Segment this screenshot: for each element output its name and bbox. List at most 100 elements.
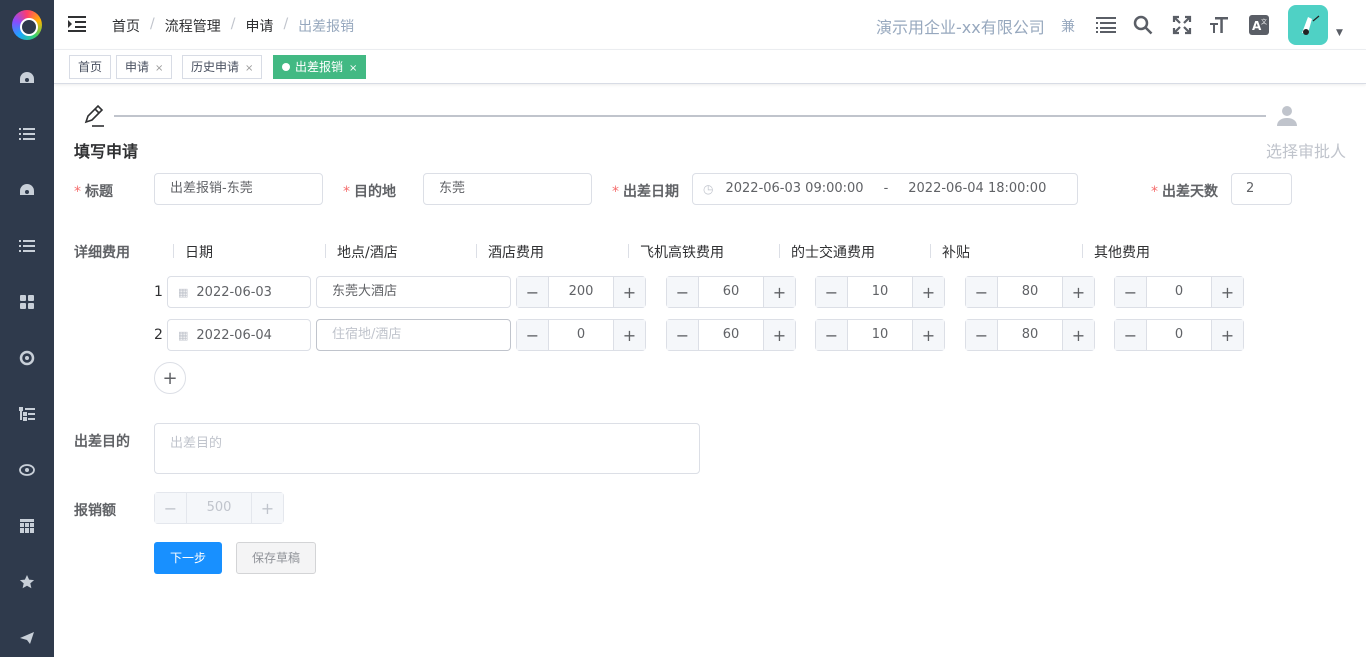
stepper-value[interactable]: 60 xyxy=(699,320,763,350)
row-date-picker[interactable]: ▦ 2022-06-04 xyxy=(167,319,311,351)
decrease-button[interactable]: − xyxy=(667,277,699,307)
increase-button[interactable]: + xyxy=(1211,277,1243,307)
breadcrumb-item-apply[interactable]: 申请 xyxy=(245,16,273,36)
trip-date-label: * 出差日期 xyxy=(612,184,679,200)
decrease-button[interactable]: − xyxy=(1115,320,1147,350)
breadcrumb-item-process[interactable]: 流程管理 xyxy=(165,16,221,36)
stepper-value[interactable]: 0 xyxy=(1147,320,1211,350)
tag-home[interactable]: 首页 xyxy=(69,55,112,79)
destination-label: * 目的地 xyxy=(343,184,396,200)
stepper-value[interactable]: 0 xyxy=(549,320,613,350)
steps-line xyxy=(114,115,1266,117)
decrease-button[interactable]: − xyxy=(517,320,549,350)
svg-text:文: 文 xyxy=(1261,18,1267,26)
row-place-input[interactable]: 东莞大酒店 xyxy=(316,276,511,308)
stepper-value[interactable]: 80 xyxy=(998,277,1062,307)
fullscreen-icon[interactable] xyxy=(1170,13,1194,37)
tree-icon[interactable] xyxy=(17,404,37,424)
increase-button[interactable]: + xyxy=(912,277,944,307)
list-icon[interactable] xyxy=(17,236,37,256)
purpose-textarea[interactable]: 出差目的 xyxy=(154,423,700,474)
tag-history[interactable]: 历史申请 × xyxy=(182,55,263,79)
decrease-button[interactable]: − xyxy=(966,320,998,350)
increase-button[interactable]: + xyxy=(1062,320,1094,350)
eye-icon[interactable] xyxy=(17,460,37,480)
increase-button[interactable]: + xyxy=(912,320,944,350)
next-step-button[interactable]: 下一步 xyxy=(154,542,222,574)
logo-icon xyxy=(12,10,42,40)
stepper-value[interactable]: 60 xyxy=(699,277,763,307)
decrease-button[interactable]: − xyxy=(517,277,549,307)
row-date-value: 2022-06-04 xyxy=(196,327,272,343)
taxi-fee-stepper[interactable]: −10 + xyxy=(815,276,945,308)
increase-button[interactable]: + xyxy=(763,277,795,307)
fold-icon[interactable] xyxy=(68,15,88,35)
close-icon[interactable]: × xyxy=(155,63,163,74)
stepper-value[interactable]: 0 xyxy=(1147,277,1211,307)
days-input[interactable]: 2 xyxy=(1231,173,1292,205)
decrease-button[interactable]: − xyxy=(966,277,998,307)
date-separator: - xyxy=(883,181,889,196)
decrease-button[interactable]: − xyxy=(816,320,848,350)
dashboard-icon[interactable] xyxy=(17,68,37,88)
destination-input[interactable]: 东莞 xyxy=(423,173,592,205)
user-icon xyxy=(1275,104,1299,128)
target-icon[interactable] xyxy=(17,348,37,368)
search-icon[interactable] xyxy=(1131,13,1155,37)
menu-icon[interactable] xyxy=(1094,13,1118,37)
grid-icon[interactable] xyxy=(17,292,37,312)
trip-date-range[interactable]: ◷ 2022-06-03 09:00:00 - 2022-06-04 18:00… xyxy=(692,173,1078,205)
col-hotel: 酒店费用 xyxy=(476,242,544,262)
text-size-icon[interactable] xyxy=(1207,13,1231,37)
company-name: 演示用企业-xx有限公司 xyxy=(876,18,1045,37)
decrease-button[interactable]: − xyxy=(1115,277,1147,307)
dashboard-icon[interactable] xyxy=(17,180,37,200)
table-icon[interactable] xyxy=(17,516,37,536)
top-navbar: 首页 / 流程管理 / 申请 / 出差报销 演示用企业-xx有限公司 兼 A文 ▼ xyxy=(54,0,1366,50)
increase-button[interactable]: + xyxy=(763,320,795,350)
star-icon[interactable] xyxy=(17,572,37,592)
stepper-value[interactable]: 80 xyxy=(998,320,1062,350)
title-label: * 标题 xyxy=(74,184,113,200)
subsidy-stepper[interactable]: −80 + xyxy=(965,276,1095,308)
increase-button[interactable]: + xyxy=(613,320,645,350)
increase-button[interactable]: + xyxy=(1062,277,1094,307)
row-place-input[interactable]: 住宿地/酒店 xyxy=(316,319,511,351)
stepper-value[interactable]: 200 xyxy=(549,277,613,307)
logo[interactable] xyxy=(0,0,54,50)
send-icon[interactable] xyxy=(17,628,37,648)
tag-travel-reimburse[interactable]: 出差报销 × xyxy=(273,55,367,79)
active-dot xyxy=(282,63,290,71)
taxi-fee-stepper[interactable]: −10 + xyxy=(815,319,945,351)
increase-button[interactable]: + xyxy=(1211,320,1243,350)
list-icon[interactable] xyxy=(17,124,37,144)
add-row-button[interactable]: + xyxy=(154,362,186,394)
avatar[interactable] xyxy=(1288,5,1328,45)
sidebar xyxy=(0,0,54,657)
row-date-picker[interactable]: ▦ 2022-06-03 xyxy=(167,276,311,308)
lang-short[interactable]: 兼 xyxy=(1061,16,1075,36)
decrease-button[interactable]: − xyxy=(667,320,699,350)
stepper-value[interactable]: 10 xyxy=(848,277,912,307)
breadcrumb-item-home[interactable]: 首页 xyxy=(112,16,140,36)
close-icon[interactable]: × xyxy=(349,63,357,74)
close-icon[interactable]: × xyxy=(245,63,253,74)
stepper-value: 500 xyxy=(206,500,232,515)
translate-icon[interactable]: A文 xyxy=(1247,13,1271,37)
chevron-down-icon[interactable]: ▼ xyxy=(1336,28,1343,38)
title-input[interactable]: 出差报销-东莞 xyxy=(154,173,323,205)
hotel-fee-stepper[interactable]: −0 + xyxy=(516,319,646,351)
decrease-button[interactable]: − xyxy=(816,277,848,307)
save-draft-button[interactable]: 保存草稿 xyxy=(236,542,316,574)
flight-fee-stepper[interactable]: −60 + xyxy=(666,276,796,308)
other-fee-stepper[interactable]: −0 + xyxy=(1114,319,1244,351)
subsidy-stepper[interactable]: −80 + xyxy=(965,319,1095,351)
tag-apply[interactable]: 申请 × xyxy=(116,55,173,79)
flight-fee-stepper[interactable]: −60 + xyxy=(666,319,796,351)
detail-label: 详细费用 xyxy=(74,245,130,261)
other-fee-stepper[interactable]: −0 + xyxy=(1114,276,1244,308)
col-date: 日期 xyxy=(173,242,213,262)
hotel-fee-stepper[interactable]: −200 + xyxy=(516,276,646,308)
stepper-value[interactable]: 10 xyxy=(848,320,912,350)
increase-button[interactable]: + xyxy=(613,277,645,307)
